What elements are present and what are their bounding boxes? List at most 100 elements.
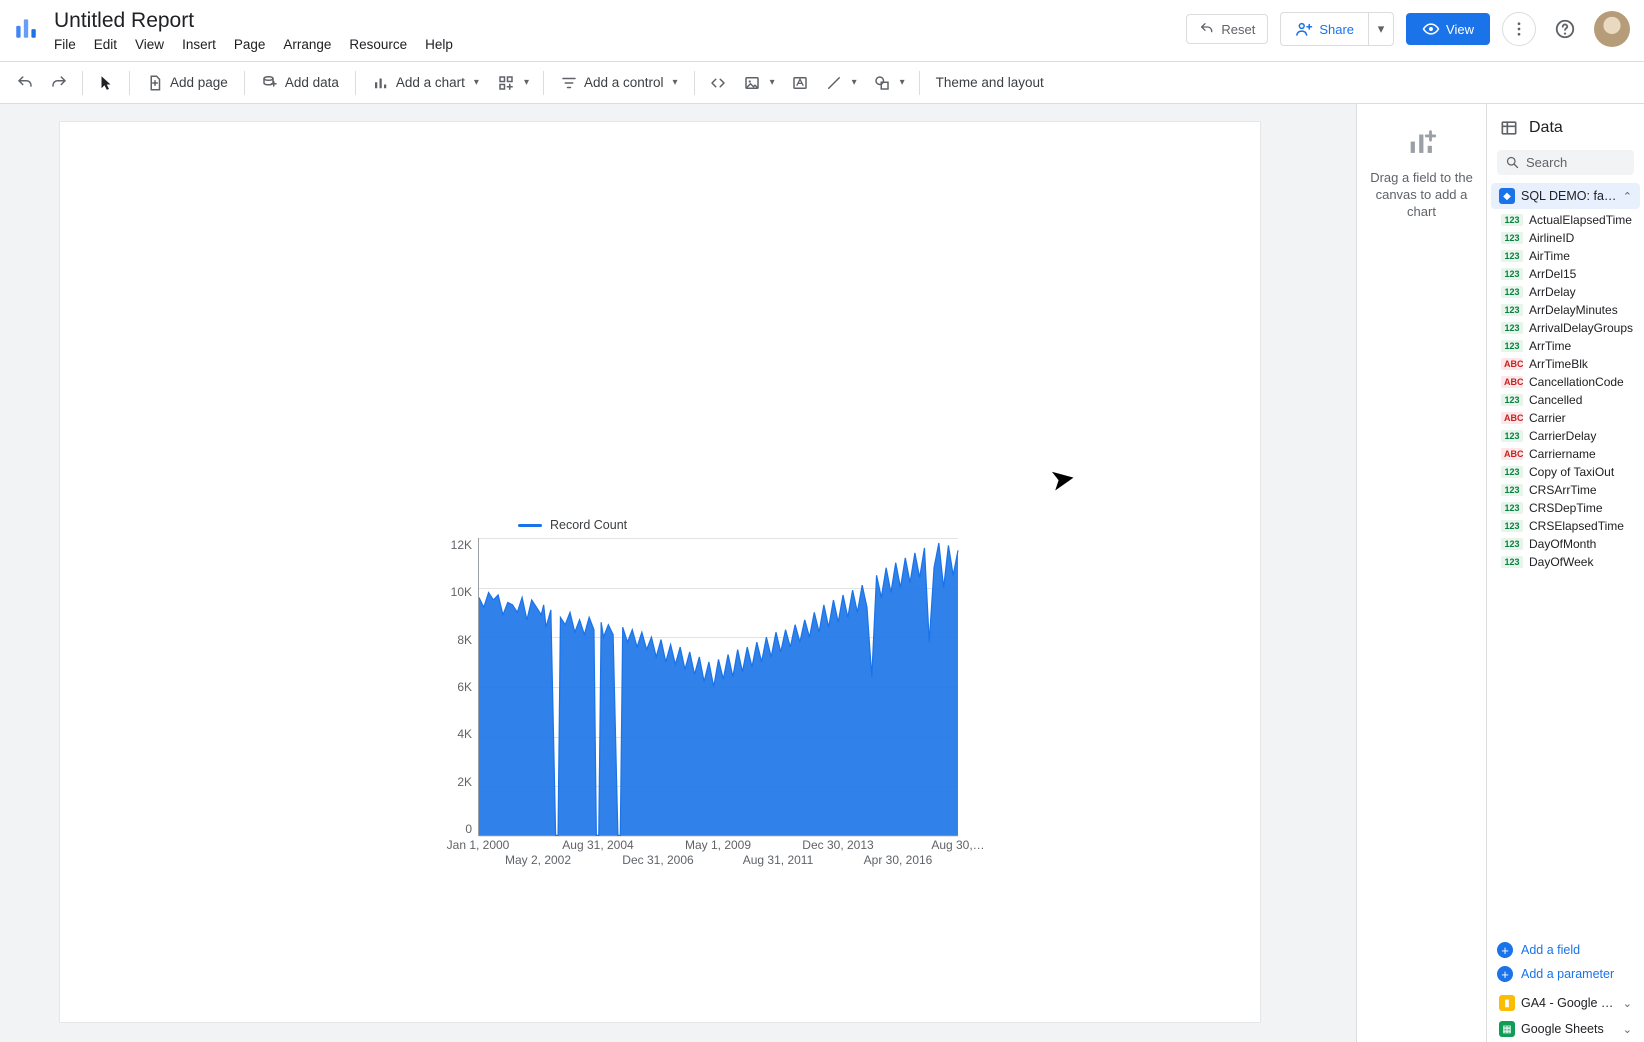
- number-type-icon: 123: [1501, 520, 1523, 532]
- menu-resource[interactable]: Resource: [349, 37, 407, 52]
- data-panel-title: Data: [1529, 119, 1563, 137]
- menu-edit[interactable]: Edit: [94, 37, 117, 52]
- user-avatar[interactable]: [1594, 11, 1630, 47]
- xtick: Aug 31, 2011: [743, 853, 814, 867]
- ga4-icon: ▮: [1499, 995, 1515, 1011]
- more-menu-button[interactable]: [1502, 12, 1536, 46]
- xtick: Jan 1, 2000: [447, 838, 510, 852]
- text-button[interactable]: [785, 70, 815, 96]
- number-type-icon: 123: [1501, 268, 1523, 280]
- expand-icon[interactable]: ⌄: [1623, 997, 1632, 1010]
- timeseries-chart[interactable]: Record Count 12K 10K 8K 6K 4K 2K 0: [440, 518, 975, 870]
- undo-arrow-icon: [1199, 21, 1215, 37]
- image-button[interactable]: [737, 70, 781, 96]
- menu-file[interactable]: File: [54, 37, 76, 52]
- line-icon: [825, 74, 843, 92]
- field-name: ArrTimeBlk: [1529, 357, 1588, 371]
- share-button[interactable]: Share: [1280, 12, 1368, 46]
- menu-insert[interactable]: Insert: [182, 37, 216, 52]
- chart-drop-panel[interactable]: Drag a field to the canvas to add a char…: [1356, 104, 1486, 1042]
- xtick: May 1, 2009: [685, 838, 751, 852]
- selection-tool[interactable]: [91, 70, 121, 96]
- theme-layout-button[interactable]: Theme and layout: [928, 71, 1052, 94]
- field-item[interactable]: ABCCarrier: [1487, 409, 1644, 427]
- line-button[interactable]: [819, 70, 863, 96]
- menu-help[interactable]: Help: [425, 37, 453, 52]
- add-control-button[interactable]: Add a control: [552, 70, 686, 96]
- canvas-viewport[interactable]: ➤ Record Count 12K 10K 8K 6K 4K 2K: [0, 104, 1356, 1042]
- view-button[interactable]: View: [1406, 13, 1490, 45]
- redo-icon: [50, 74, 68, 92]
- field-item[interactable]: 123AirlineID: [1487, 229, 1644, 247]
- reset-button[interactable]: Reset: [1186, 14, 1268, 44]
- field-item[interactable]: 123ArrDel15: [1487, 265, 1644, 283]
- field-item[interactable]: ABCCarriername: [1487, 445, 1644, 463]
- add-chart-button[interactable]: Add a chart: [364, 70, 487, 96]
- expand-icon[interactable]: ⌄: [1623, 1023, 1632, 1036]
- field-item[interactable]: 123ArrivalDelayGroups: [1487, 319, 1644, 337]
- share-label: Share: [1319, 22, 1354, 37]
- field-list[interactable]: 123ActualElapsedTime123AirlineID123AirTi…: [1487, 209, 1644, 938]
- community-viz-button[interactable]: [491, 70, 535, 96]
- field-name: Copy of TaxiOut: [1529, 465, 1614, 479]
- field-item[interactable]: 123ArrDelayMinutes: [1487, 301, 1644, 319]
- field-item[interactable]: 123CRSElapsedTime: [1487, 517, 1644, 535]
- field-item[interactable]: 123ArrTime: [1487, 337, 1644, 355]
- collapse-icon[interactable]: ⌃: [1623, 190, 1632, 203]
- doc-title[interactable]: Untitled Report: [48, 7, 453, 35]
- redo-button[interactable]: [44, 70, 74, 96]
- datasource-label: GA4 - Google Merc…: [1521, 996, 1617, 1010]
- add-data-button[interactable]: Add data: [253, 70, 347, 96]
- ytick: 8K: [457, 633, 472, 647]
- app-logo-icon[interactable]: [10, 7, 42, 49]
- legend-label: Record Count: [550, 518, 627, 532]
- ytick: 4K: [457, 727, 472, 741]
- divider: [694, 71, 695, 95]
- legend-swatch: [518, 524, 542, 527]
- field-item[interactable]: 123CRSArrTime: [1487, 481, 1644, 499]
- menu-page[interactable]: Page: [234, 37, 266, 52]
- divider: [82, 71, 83, 95]
- field-item[interactable]: 123ActualElapsedTime: [1487, 211, 1644, 229]
- add-page-button[interactable]: Add page: [138, 70, 236, 96]
- add-parameter-label: Add a parameter: [1521, 967, 1614, 981]
- url-embed-button[interactable]: [703, 70, 733, 96]
- field-search-input[interactable]: Search: [1497, 150, 1634, 175]
- menu-view[interactable]: View: [135, 37, 164, 52]
- field-name: ArrTime: [1529, 339, 1571, 353]
- number-type-icon: 123: [1501, 394, 1523, 406]
- code-icon: [709, 74, 727, 92]
- datasource-ga4[interactable]: ▮ GA4 - Google Merc… ⌄: [1491, 990, 1640, 1016]
- field-item[interactable]: ABCArrTimeBlk: [1487, 355, 1644, 373]
- add-page-label: Add page: [170, 75, 228, 90]
- number-type-icon: 123: [1501, 538, 1523, 550]
- report-page[interactable]: ➤ Record Count 12K 10K 8K 6K 4K 2K: [60, 122, 1260, 1022]
- menu-arrange[interactable]: Arrange: [283, 37, 331, 52]
- field-item[interactable]: ABCCancellationCode: [1487, 373, 1644, 391]
- add-field-button[interactable]: + Add a field: [1487, 938, 1644, 962]
- community-viz-icon: [497, 74, 515, 92]
- share-dropdown-button[interactable]: ▾: [1368, 12, 1394, 46]
- field-item[interactable]: 123DayOfMonth: [1487, 535, 1644, 553]
- undo-button[interactable]: [10, 70, 40, 96]
- field-item[interactable]: 123DayOfWeek: [1487, 553, 1644, 571]
- more-vertical-icon: [1510, 20, 1528, 38]
- shape-button[interactable]: [867, 70, 911, 96]
- datasource-sheets[interactable]: ▦ Google Sheets ⌄: [1491, 1016, 1640, 1042]
- number-type-icon: 123: [1501, 430, 1523, 442]
- xtick: Aug 30,…: [931, 838, 984, 852]
- reset-label: Reset: [1221, 22, 1255, 37]
- field-item[interactable]: 123AirTime: [1487, 247, 1644, 265]
- datasource-sql[interactable]: ◆ SQL DEMO: faa_fli… ⌃: [1491, 183, 1640, 209]
- field-item[interactable]: 123ArrDelay: [1487, 283, 1644, 301]
- ytick: 2K: [457, 775, 472, 789]
- field-item[interactable]: 123CarrierDelay: [1487, 427, 1644, 445]
- help-button[interactable]: [1548, 12, 1582, 46]
- data-panel-icon: [1499, 118, 1519, 138]
- field-item[interactable]: 123Copy of TaxiOut: [1487, 463, 1644, 481]
- field-item[interactable]: 123Cancelled: [1487, 391, 1644, 409]
- add-field-label: Add a field: [1521, 943, 1580, 957]
- add-parameter-button[interactable]: + Add a parameter: [1487, 962, 1644, 986]
- page-add-icon: [146, 74, 164, 92]
- field-item[interactable]: 123CRSDepTime: [1487, 499, 1644, 517]
